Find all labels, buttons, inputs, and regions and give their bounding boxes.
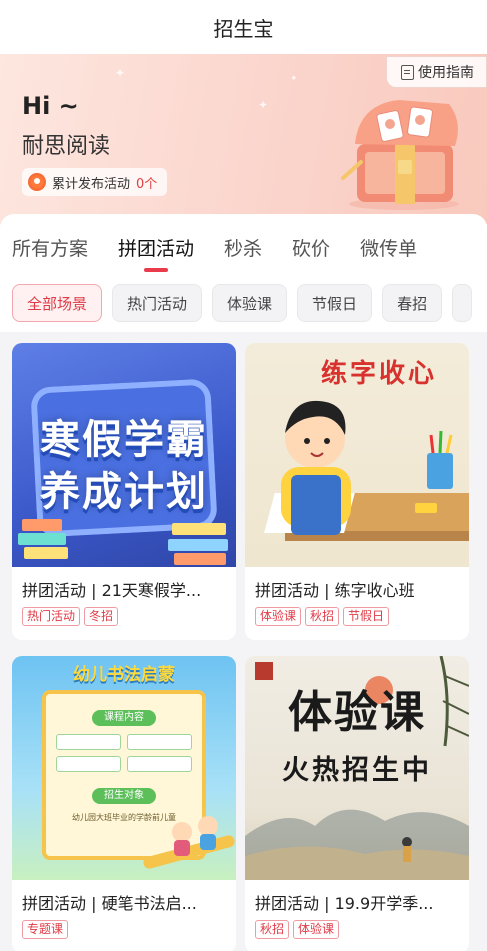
chip-spring-enrollment[interactable]: 春招 [382, 284, 443, 322]
template-thumbnail: 体验课 火热招生中 [245, 656, 469, 880]
template-thumbnail: 幼儿书法启蒙 课程内容 招生对象 幼儿园大班毕业的学龄前儿童 [12, 656, 236, 880]
published-count-label: 累计发布活动 [52, 176, 131, 192]
book-shape [172, 523, 226, 535]
published-count-value: 0个 [136, 176, 158, 192]
tab-group-buy[interactable]: 拼团活动 [118, 234, 194, 261]
sparkle-icon: ✦ [258, 98, 269, 112]
tab-flyer[interactable]: 微传单 [360, 234, 417, 261]
hero-banner: ✦ ✦ ✦ 使用指南 Hi ~ 耐思阅读 累计发布活动 0个 [0, 54, 487, 224]
sparkle-icon: ✦ [115, 66, 126, 80]
activity-type-tabs: 所有方案 拼团活动 秒杀 砍价 微传单 [12, 234, 447, 261]
template-tags: 专题课 [12, 914, 236, 939]
tag: 体验课 [293, 920, 340, 939]
thumbnail-subheadline: 火热招生中 [282, 755, 432, 786]
book-shape [168, 539, 228, 551]
chip-more-partial[interactable] [452, 284, 473, 322]
tag: 节假日 [343, 607, 390, 626]
tag: 体验课 [255, 607, 302, 626]
document-icon [401, 64, 414, 80]
sparkle-icon: ✦ [290, 74, 298, 84]
template-card[interactable]: 体验课 火热招生中 拼团活动 | 19.9开学季... 秋招 体验课 [245, 656, 469, 951]
username: 耐思阅读 [22, 134, 111, 159]
tab-flash-sale[interactable]: 秒杀 [224, 234, 262, 261]
book-shape [174, 553, 226, 565]
template-title: 拼团活动 | 21天寒假学... [22, 581, 202, 600]
template-tags: 热门活动 冬招 [12, 601, 236, 626]
template-tags: 秋招 体验课 [245, 914, 469, 939]
kids-pencil-illustration [143, 816, 235, 869]
boy-writing-illustration [264, 400, 469, 541]
chip-all-scenes[interactable]: 全部场景 [12, 284, 103, 322]
published-count-badge: 累计发布活动 0个 [22, 168, 168, 196]
thumbnail-subheadline: 养成计划 [40, 469, 208, 515]
tag: 专题课 [22, 920, 69, 939]
template-title: 拼团活动 | 19.9开学季... [255, 894, 434, 913]
app-title-bar: 招生宝 [0, 0, 487, 54]
tab-all-plans[interactable]: 所有方案 [12, 234, 88, 261]
greeting: Hi ~ [22, 92, 79, 120]
medal-icon [28, 173, 46, 191]
chip-holiday[interactable]: 节假日 [297, 284, 373, 322]
book-shape [24, 547, 68, 559]
filter-panel: 所有方案 拼团活动 秒杀 砍价 微传单 全部场景 热门活动 体验课 节假日 春招 [0, 214, 487, 332]
tag: 秋招 [305, 607, 340, 626]
book-shape [22, 519, 62, 531]
book-shape [18, 533, 66, 545]
template-title: 拼团活动 | 硬笔书法启... [22, 894, 197, 913]
template-title: 拼团活动 | 练字收心班 [255, 581, 415, 600]
tag: 热门活动 [22, 607, 81, 626]
chip-trial-class[interactable]: 体验课 [212, 284, 288, 322]
template-card[interactable]: 练字收心 拼团活动 | 练字收心班 体验课 秋招 节假日 [245, 343, 469, 640]
template-thumbnail: 练字收心 [245, 343, 469, 567]
tag: 秋招 [255, 920, 290, 939]
treasure-chest-illustration [341, 100, 459, 210]
usage-guide-label: 使用指南 [418, 65, 474, 81]
tab-bargain[interactable]: 砍价 [292, 234, 330, 261]
chip-hot-activities[interactable]: 热门活动 [112, 284, 203, 322]
template-card[interactable]: 寒假学霸 养成计划 拼团活动 | 21天寒假学... 热门活动 冬招 [12, 343, 236, 640]
template-card[interactable]: 幼儿书法启蒙 课程内容 招生对象 幼儿园大班毕业的学龄前儿童 拼团活动 | 硬笔… [12, 656, 236, 951]
template-tags: 体验课 秋招 节假日 [245, 601, 469, 626]
app-title: 招生宝 [213, 16, 274, 41]
scene-chips: 全部场景 热门活动 体验课 节假日 春招 [12, 284, 473, 322]
tag: 冬招 [84, 607, 119, 626]
thumbnail-headline: 体验课 [288, 687, 426, 738]
thumbnail-headline: 寒假学霸 [40, 417, 208, 463]
template-thumbnail: 寒假学霸 养成计划 [12, 343, 236, 567]
